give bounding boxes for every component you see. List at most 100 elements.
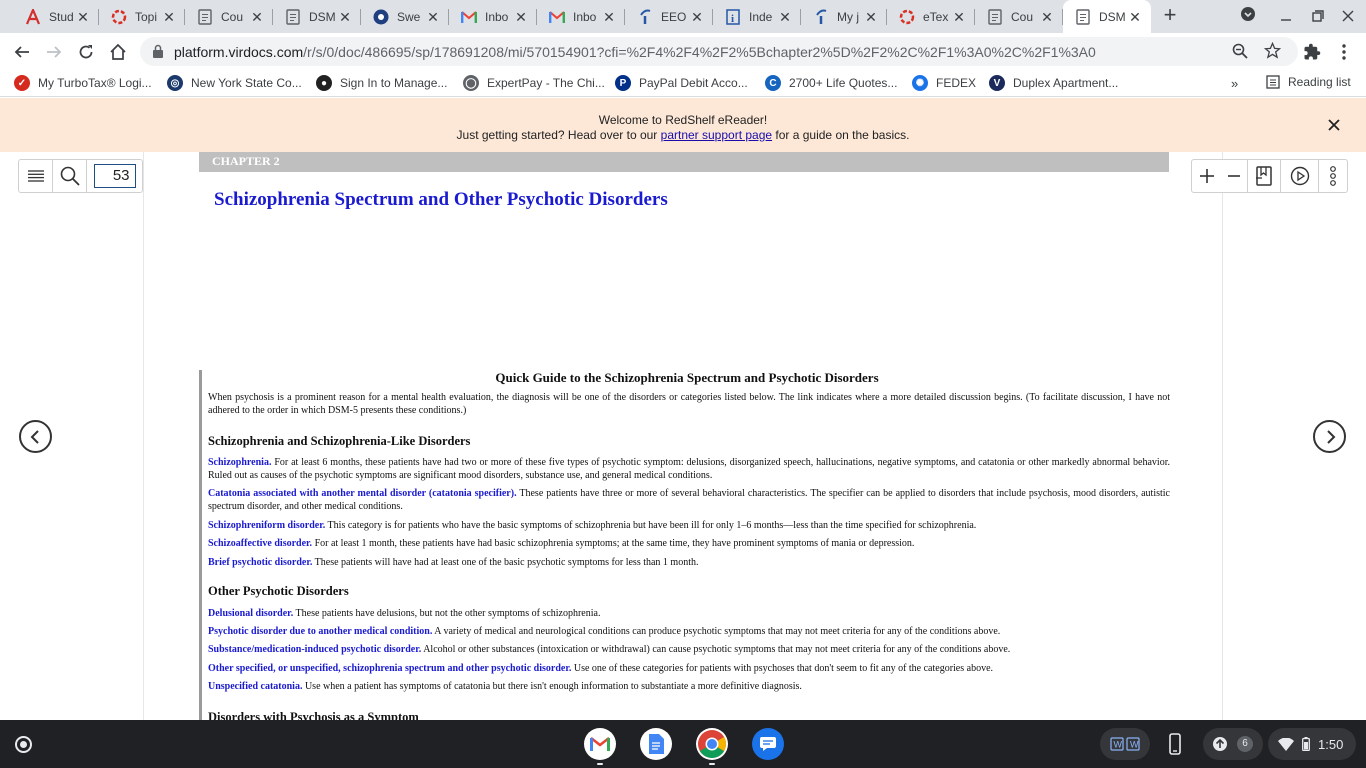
guide-entry: Schizophreniform disorder. This category… [208,519,1170,532]
browser-tab[interactable]: Cou ✕ [185,0,273,33]
bookmark-item[interactable]: P PayPal Debit Acco... [615,75,748,91]
disorder-link[interactable]: Brief psychotic disorder. [208,557,312,568]
phone-hub-icon[interactable] [1168,733,1182,760]
bookmark-item[interactable]: ◯ ExpertPay - The Chi... [463,75,605,91]
document-icon [1075,8,1091,25]
tab-title: Inbo [485,9,509,24]
url-text: platform.virdocs.com/r/s/0/doc/486695/sp… [174,44,1096,60]
gmail-app-icon[interactable] [584,728,616,760]
bookmark-item[interactable]: ◎ New York State Co... [167,75,302,91]
extensions-icon[interactable] [1298,38,1326,66]
tab-search-icon[interactable] [1240,6,1256,25]
lock-icon[interactable] [152,44,164,63]
browser-tab[interactable]: Cou ✕ [975,0,1063,33]
browser-tab[interactable]: EEO ✕ [625,0,713,33]
tab-title: Cou [221,9,244,24]
close-window-icon[interactable] [1342,9,1354,25]
notification-tray[interactable]: 6 [1203,728,1263,760]
tab-close-icon[interactable]: ✕ [75,9,91,25]
bookmark-page-icon[interactable] [1248,160,1282,192]
browser-tab[interactable]: Stud ✕ [13,0,99,33]
messages-app-icon[interactable] [752,728,784,760]
zoom-out-icon[interactable] [1222,160,1248,192]
browser-tab[interactable]: Inbo ✕ [537,0,625,33]
bookmark-item[interactable]: ✓ My TurboTax® Logi... [14,75,152,91]
address-bar[interactable]: platform.virdocs.com/r/s/0/doc/486695/sp… [140,37,1298,66]
guide-entry: Brief psychotic disorder. These patients… [208,556,1170,569]
zoom-icon[interactable] [1232,43,1248,64]
ime-tray[interactable]: WW [1100,728,1150,760]
disorder-link[interactable]: Delusional disorder. [208,608,293,619]
more-options-icon[interactable] [1319,160,1347,192]
disorder-link[interactable]: Schizophrenia. [208,457,271,468]
browser-tab[interactable]: i Inde ✕ [713,0,801,33]
disorder-link[interactable]: Psychotic disorder due to another medica… [208,626,432,637]
tab-close-icon[interactable]: ✕ [161,9,177,25]
next-page-icon[interactable] [1313,420,1346,453]
info-icon: i [725,8,741,25]
minimize-icon[interactable] [1280,4,1292,27]
disorder-link[interactable]: Unspecified catatonia. [208,681,302,692]
reader-right-toolbar [1191,159,1348,193]
tab-close-icon[interactable]: ✕ [951,9,967,25]
tab-close-icon[interactable]: ✕ [1039,9,1055,25]
table-of-contents-icon[interactable] [19,160,53,192]
new-tab-button[interactable]: + [1158,4,1182,28]
forward-icon[interactable] [40,38,68,66]
bookmark-item[interactable]: ● Sign In to Manage... [316,75,447,91]
bookmark-star-icon[interactable] [1263,41,1282,64]
banner-close-icon[interactable] [1328,117,1340,133]
chrome-app-icon[interactable] [696,728,728,760]
reader-search-icon[interactable] [53,160,87,192]
tab-close-icon[interactable]: ✕ [337,9,353,25]
home-icon[interactable] [104,38,132,66]
disorder-link[interactable]: Schizophreniform disorder. [208,520,325,531]
zoom-in-icon[interactable] [1192,160,1222,192]
battery-icon [1302,737,1310,751]
launcher-icon[interactable] [15,736,32,753]
disorder-description: These patients have delusions, but not t… [293,608,601,619]
disorder-link[interactable]: Substance/medication-induced psychotic d… [208,644,421,655]
bookmarks-overflow-icon[interactable]: » [1231,76,1238,91]
browser-tab[interactable]: Inbo ✕ [449,0,537,33]
browser-tab[interactable]: DSM ✕ [273,0,361,33]
reading-list-button[interactable]: Reading list [1266,75,1351,89]
tab-close-icon[interactable]: ✕ [1127,9,1143,25]
page-number-input[interactable]: 53 [93,164,136,188]
bookmark-label: FEDEX [936,76,977,90]
disorder-link[interactable]: Catatonia associated with another mental… [208,488,517,499]
browser-menu-icon[interactable] [1330,38,1358,66]
bookmark-label: Sign In to Manage... [340,76,448,90]
tab-close-icon[interactable]: ✕ [249,9,265,25]
bookmark-item[interactable]: V Duplex Apartment... [989,75,1118,91]
tab-close-icon[interactable]: ✕ [863,9,879,25]
previous-page-icon[interactable] [19,420,52,453]
read-aloud-icon[interactable] [1281,160,1320,192]
tab-close-icon[interactable]: ✕ [425,9,441,25]
partner-support-link[interactable]: partner support page [661,128,772,142]
restore-icon[interactable] [1312,9,1324,25]
bookmark-favicon-icon: ◯ [463,75,479,91]
reload-icon[interactable] [72,38,100,66]
disorder-link[interactable]: Other specified, or unspecified, schizop… [208,663,571,674]
browser-tab[interactable]: Swe ✕ [361,0,449,33]
google-docs-app-icon[interactable] [640,728,672,760]
book-page: CHAPTER 2 Schizophrenia Spectrum and Oth… [143,152,1223,720]
browser-tab[interactable]: DSM ✕ [1063,0,1151,33]
browser-tab[interactable]: eTex ✕ [887,0,975,33]
chapter-label: CHAPTER 2 [199,152,1169,172]
tab-close-icon[interactable]: ✕ [689,9,705,25]
guide-entry: Delusional disorder. These patients have… [208,607,1170,620]
bookmark-item[interactable]: ✺ FEDEX [912,75,976,91]
back-icon[interactable] [8,38,36,66]
os-shelf: WW 6 1:50 [0,720,1366,768]
tab-close-icon[interactable]: ✕ [513,9,529,25]
browser-tab[interactable]: My j ✕ [801,0,887,33]
bookmark-item[interactable]: C 2700+ Life Quotes... [765,75,897,91]
browser-tab[interactable]: Topi ✕ [99,0,185,33]
disorder-link[interactable]: Schizoaffective disorder. [208,538,312,549]
status-tray[interactable]: 1:50 [1268,728,1356,760]
tab-close-icon[interactable]: ✕ [601,9,617,25]
disorder-description: Alcohol or other substances (intoxicatio… [421,644,1011,655]
tab-close-icon[interactable]: ✕ [777,9,793,25]
